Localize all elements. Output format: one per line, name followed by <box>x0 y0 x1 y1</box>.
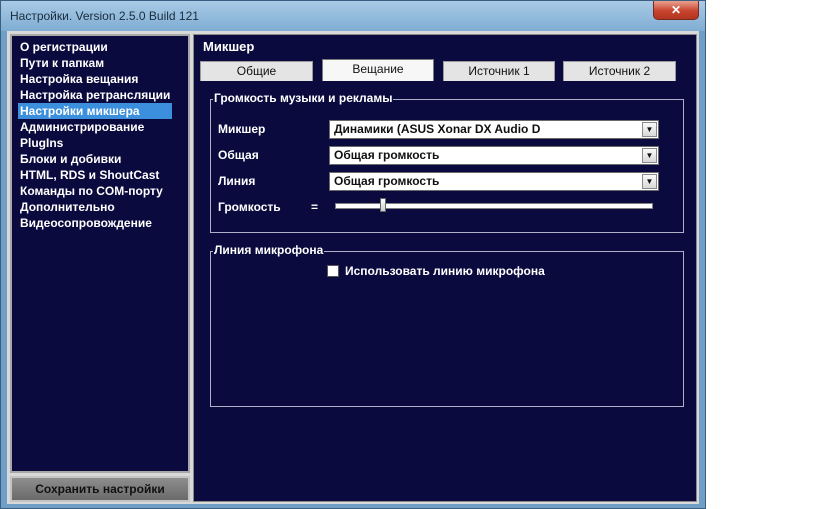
tab-bar: Общие Вещание Источник 1 Источник 2 <box>200 59 690 81</box>
mixer-panel: Микшер Общие Вещание Источник 1 Источник… <box>193 34 697 502</box>
chevron-down-icon[interactable]: ▼ <box>642 148 657 163</box>
general-volume-select[interactable]: Общая громкость ▼ <box>329 146 659 165</box>
nav-item-registration[interactable]: О регистрации <box>18 39 172 55</box>
mixer-select[interactable]: Динамики (ASUS Xonar DX Audio D ▼ <box>329 120 659 139</box>
nav-item-additional[interactable]: Дополнительно <box>18 199 172 215</box>
nav-item-mixer-settings[interactable]: Настройки микшера <box>18 103 173 119</box>
mixer-label: Микшер <box>218 122 266 136</box>
nav-item-administration[interactable]: Администрирование <box>18 119 172 135</box>
general-volume-label: Общая <box>218 148 259 162</box>
line-select[interactable]: Общая громкость ▼ <box>329 172 659 191</box>
chevron-down-icon[interactable]: ▼ <box>642 174 657 189</box>
volume-slider-thumb[interactable] <box>380 198 387 212</box>
tab-broadcast[interactable]: Вещание <box>322 59 434 81</box>
nav-item-folder-paths[interactable]: Пути к папкам <box>18 55 172 71</box>
nav-item-html-rds-shoutcast[interactable]: HTML, RDS и ShoutCast <box>18 167 172 183</box>
mic-line-group: Линия микрофона Использовать линию микро… <box>210 243 684 407</box>
volume-slider[interactable] <box>335 198 653 212</box>
tab-source-1[interactable]: Источник 1 <box>443 61 555 81</box>
volume-group: Громкость музыки и рекламы Микшер Динами… <box>210 91 684 233</box>
nav-list: О регистрации Пути к папкам Настройка ве… <box>18 39 173 231</box>
window-title: Настройки. Version 2.5.0 Build 121 <box>10 9 199 23</box>
volume-group-title: Громкость музыки и рекламы <box>213 91 394 105</box>
line-label: Линия <box>218 174 256 188</box>
volume-mark: = <box>311 200 319 214</box>
client-area: О регистрации Пути к папкам Настройка ве… <box>7 31 699 504</box>
use-mic-line-label[interactable]: Использовать линию микрофона <box>345 264 545 278</box>
close-button[interactable]: ✕ <box>653 1 699 20</box>
nav-item-plugins[interactable]: PlugIns <box>18 135 172 151</box>
chevron-down-icon[interactable]: ▼ <box>642 122 657 137</box>
nav-item-broadcast-settings[interactable]: Настройка вещания <box>18 71 172 87</box>
nav-item-com-port-commands[interactable]: Команды по COM-порту <box>18 183 172 199</box>
title-bar[interactable]: Настройки. Version 2.5.0 Build 121 ✕ <box>1 1 705 31</box>
volume-label: Громкость <box>218 200 281 214</box>
general-volume-select-value: Общая громкость <box>334 148 440 162</box>
nav-item-blocks[interactable]: Блоки и добивки <box>18 151 172 167</box>
mic-line-group-title: Линия микрофона <box>213 243 325 257</box>
nav-item-video[interactable]: Видеосопровождение <box>18 215 172 231</box>
settings-nav: О регистрации Пути к папкам Настройка ве… <box>10 34 190 473</box>
nav-item-relay-settings[interactable]: Настройка ретрансляции <box>18 87 172 103</box>
tab-source-2[interactable]: Источник 2 <box>563 61 676 81</box>
mixer-select-value: Динамики (ASUS Xonar DX Audio D <box>334 122 541 136</box>
settings-window: Настройки. Version 2.5.0 Build 121 ✕ О р… <box>0 0 706 509</box>
line-select-value: Общая громкость <box>334 174 440 188</box>
close-icon: ✕ <box>670 3 682 17</box>
use-mic-line-checkbox[interactable] <box>327 265 339 277</box>
page-title: Микшер <box>203 39 255 54</box>
save-settings-button[interactable]: Сохранить настройки <box>10 476 190 502</box>
tab-general[interactable]: Общие <box>200 61 313 81</box>
